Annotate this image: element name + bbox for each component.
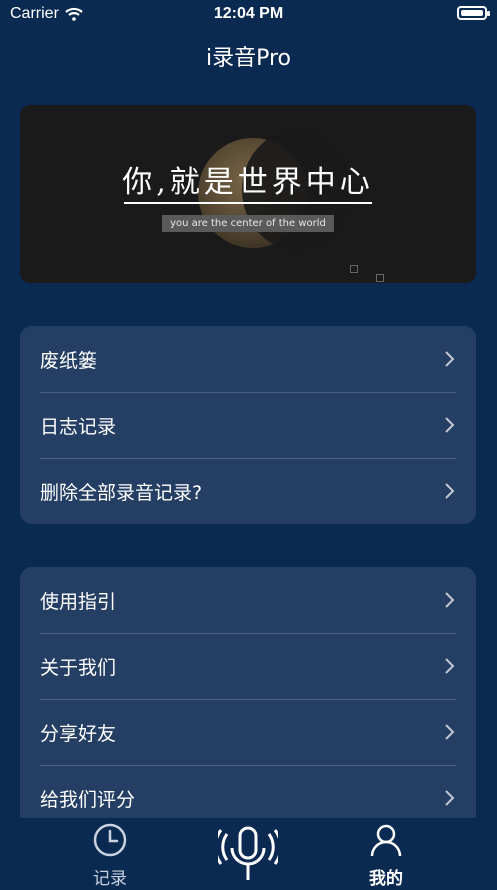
menu-item-label: 使用指引 [40,590,117,613]
tab-label: 记录 [93,869,127,889]
menu-item-share[interactable]: 分享好友 [20,699,476,765]
clock-icon [93,823,127,857]
menu-item-delete-all[interactable]: 删除全部录音记录? [20,458,476,524]
menu-item-guide[interactable]: 使用指引 [20,567,476,633]
menu-item-label: 关于我们 [40,656,117,679]
chevron-right-icon [445,790,455,806]
chevron-right-icon [445,724,455,740]
menu-item-trash[interactable]: 废纸篓 [20,326,476,392]
tab-label: 我的 [369,869,403,889]
status-bar: Carrier 12:04 PM [0,0,497,28]
menu-item-label: 日志记录 [40,415,117,438]
banner-subtitle: you are the center of the world [162,215,334,232]
person-icon [370,824,402,857]
status-time: 12:04 PM [213,5,284,22]
settings-group-2: 使用指引 关于我们 分享好友 给我们评分 [20,567,476,827]
menu-item-logs[interactable]: 日志记录 [20,392,476,458]
menu-item-label: 废纸篓 [40,349,98,372]
battery-icon [457,6,490,20]
tab-bar: 记录 我的 [0,818,497,889]
menu-item-label: 分享好友 [40,722,117,745]
menu-item-label: 给我们评分 [40,788,136,811]
tab-record-button[interactable] [188,818,308,890]
chevron-right-icon [445,658,455,674]
banner-image[interactable]: 你,就是世界中心 you are the center of the world [20,105,476,283]
settings-group-1: 废纸篓 日志记录 删除全部录音记录? [20,326,476,524]
menu-item-about[interactable]: 关于我们 [20,633,476,699]
banner-headline: 你,就是世界中心 [122,165,374,200]
chevron-right-icon [445,351,455,367]
microphone-icon [213,826,283,880]
menu-item-label: 删除全部录音记录? [40,481,203,504]
chevron-right-icon [445,417,455,433]
page-title: i录音Pro [205,46,291,71]
tab-records[interactable]: 记录 [50,818,170,889]
tab-mine[interactable]: 我的 [326,818,446,889]
banner-underline [124,202,372,204]
chevron-right-icon [445,483,455,499]
chevron-right-icon [445,592,455,608]
